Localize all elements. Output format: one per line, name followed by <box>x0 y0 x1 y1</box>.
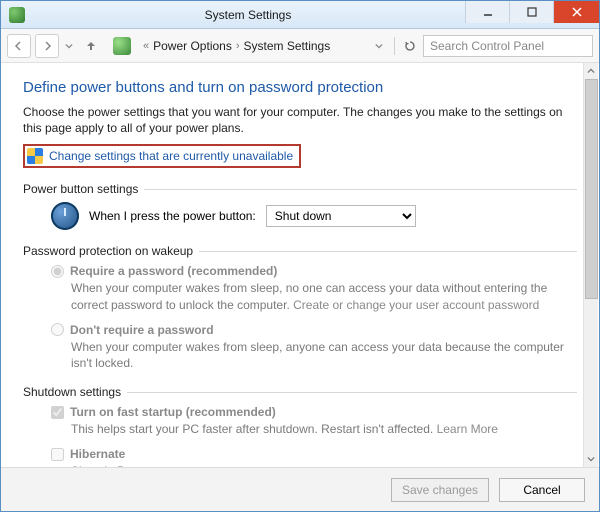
window-title: System Settings <box>31 8 465 22</box>
scroll-thumb[interactable] <box>585 79 598 299</box>
breadcrumb-dropdown[interactable] <box>370 37 388 55</box>
vertical-scrollbar[interactable] <box>583 63 598 467</box>
scroll-up-button[interactable] <box>584 63 598 79</box>
section-power-button: Power button settings <box>23 182 577 196</box>
fast-startup-desc: This helps start your PC faster after sh… <box>71 422 437 436</box>
power-icon <box>51 202 79 230</box>
option-dont-require-password: Don't require a password When your compu… <box>51 323 577 371</box>
page-title: Define power buttons and turn on passwor… <box>23 79 577 96</box>
shield-icon <box>27 148 43 164</box>
chevron-left-icon: « <box>139 40 153 52</box>
history-dropdown[interactable] <box>63 34 75 58</box>
fast-startup-label: Turn on fast startup (recommended) <box>70 405 276 419</box>
up-button[interactable] <box>79 34 103 58</box>
fast-startup-checkbox <box>51 406 64 419</box>
search-input[interactable]: Search Control Panel <box>423 35 593 57</box>
option-hibernate: Hibernate Show in Power menu <box>51 447 577 467</box>
titlebar: System Settings <box>1 1 599 29</box>
scroll-down-button[interactable] <box>584 451 598 467</box>
save-button[interactable]: Save changes <box>391 478 489 502</box>
separator <box>394 37 395 55</box>
power-button-action-select[interactable]: Shut down <box>266 205 416 227</box>
press-power-label: When I press the power button: <box>89 209 256 223</box>
maximize-button[interactable] <box>509 1 553 23</box>
learn-more-link[interactable]: Learn More <box>437 422 498 436</box>
search-placeholder: Search Control Panel <box>430 39 544 53</box>
page-description: Choose the power settings that you want … <box>23 104 577 136</box>
app-icon <box>9 7 25 23</box>
create-password-link[interactable]: Create or change your user account passw… <box>293 298 539 312</box>
section-shutdown: Shutdown settings <box>23 385 577 399</box>
breadcrumb-level-1[interactable]: Power Options <box>153 39 232 53</box>
forward-button[interactable] <box>35 34 59 58</box>
footer: Save changes Cancel <box>1 467 599 511</box>
hibernate-checkbox <box>51 448 64 461</box>
change-settings-link[interactable]: Change settings that are currently unava… <box>49 149 293 163</box>
content-area: Define power buttons and turn on passwor… <box>1 63 599 467</box>
minimize-button[interactable] <box>465 1 509 23</box>
section-password: Password protection on wakeup <box>23 244 577 258</box>
chevron-right-icon: › <box>232 40 244 52</box>
dont-require-password-label: Don't require a password <box>70 323 214 337</box>
breadcrumb[interactable]: « Power Options › System Settings <box>139 39 366 53</box>
breadcrumb-level-2[interactable]: System Settings <box>244 39 331 53</box>
option-require-password: Require a password (recommended) When yo… <box>51 264 577 312</box>
window-controls <box>465 1 599 28</box>
dont-require-password-radio <box>51 323 64 336</box>
refresh-button[interactable] <box>401 37 419 55</box>
location-icon <box>113 37 131 55</box>
navbar: « Power Options › System Settings Search… <box>1 29 599 63</box>
dont-require-password-desc: When your computer wakes from sleep, any… <box>71 339 577 371</box>
cancel-button[interactable]: Cancel <box>499 478 585 502</box>
require-password-label: Require a password (recommended) <box>70 264 277 278</box>
back-button[interactable] <box>7 34 31 58</box>
hibernate-label: Hibernate <box>70 447 125 461</box>
close-button[interactable] <box>553 1 599 23</box>
change-settings-highlight: Change settings that are currently unava… <box>23 144 301 168</box>
option-fast-startup: Turn on fast startup (recommended) This … <box>51 405 577 437</box>
require-password-radio <box>51 265 64 278</box>
